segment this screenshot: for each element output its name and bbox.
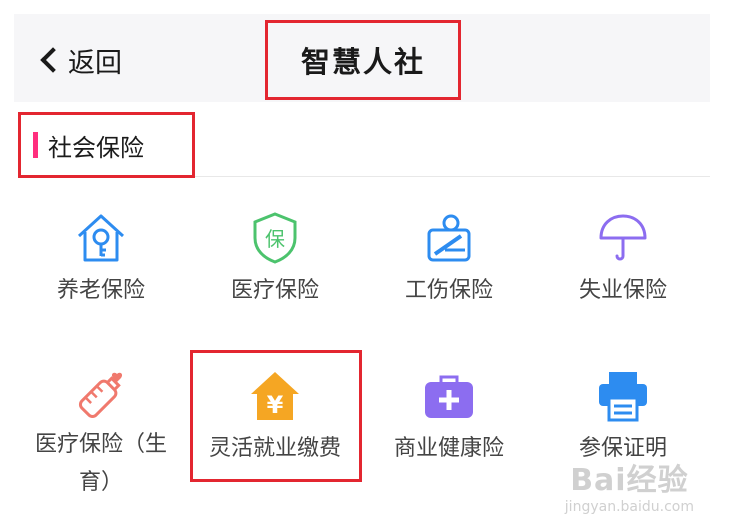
baby-bottle-icon	[78, 372, 123, 419]
work-injury-icon	[427, 214, 471, 262]
tile-medical-insurance[interactable]: 保 医疗保险	[192, 200, 358, 340]
back-label: 返回	[68, 47, 122, 79]
tile-flexible-employment-payment[interactable]: ¥ 灵活就业缴费	[192, 358, 358, 498]
medical-shield-icon: 保	[253, 212, 297, 264]
medical-kit-icon	[425, 375, 473, 418]
section-highlight-box: 社会保险	[18, 112, 195, 178]
tile-label: 养老保险	[56, 278, 145, 303]
printer-icon	[599, 372, 647, 422]
umbrella-icon	[599, 214, 647, 261]
tile-label: 失业保险	[578, 278, 667, 303]
tile-insurance-certificate[interactable]: 参保证明	[540, 358, 706, 498]
pension-house-icon	[77, 214, 125, 262]
title-highlight-box: 智慧人社	[265, 20, 461, 100]
tile-label: 参保证明	[578, 436, 667, 461]
tile-label: 灵活就业缴费	[208, 436, 341, 461]
tile-unemployment-insurance[interactable]: 失业保险	[540, 200, 706, 340]
svg-text:保: 保	[265, 227, 285, 251]
chevron-left-icon	[40, 47, 66, 73]
page-title: 智慧人社	[300, 45, 425, 79]
section-title: 社会保险	[48, 133, 144, 162]
svg-text:¥: ¥	[267, 391, 284, 419]
tile-label: 商业健康险	[393, 436, 504, 461]
watermark-url: jingyan.baidu.com	[564, 499, 694, 515]
back-button[interactable]: 返回	[40, 40, 122, 80]
tile-maternity-insurance[interactable]: 医疗保险（生育）	[18, 358, 184, 498]
section-accent-bar	[33, 132, 38, 158]
tile-label: 医疗保险	[230, 278, 319, 303]
tile-label: 工伤保险	[404, 278, 493, 303]
divider	[195, 176, 710, 177]
tile-pension-insurance[interactable]: 养老保险	[18, 200, 184, 340]
tile-commercial-health-insurance[interactable]: 商业健康险	[366, 358, 532, 498]
house-yen-icon: ¥	[251, 372, 299, 420]
tile-work-injury-insurance[interactable]: 工伤保险	[366, 200, 532, 340]
tile-label: 医疗保险（生育）	[34, 432, 167, 495]
